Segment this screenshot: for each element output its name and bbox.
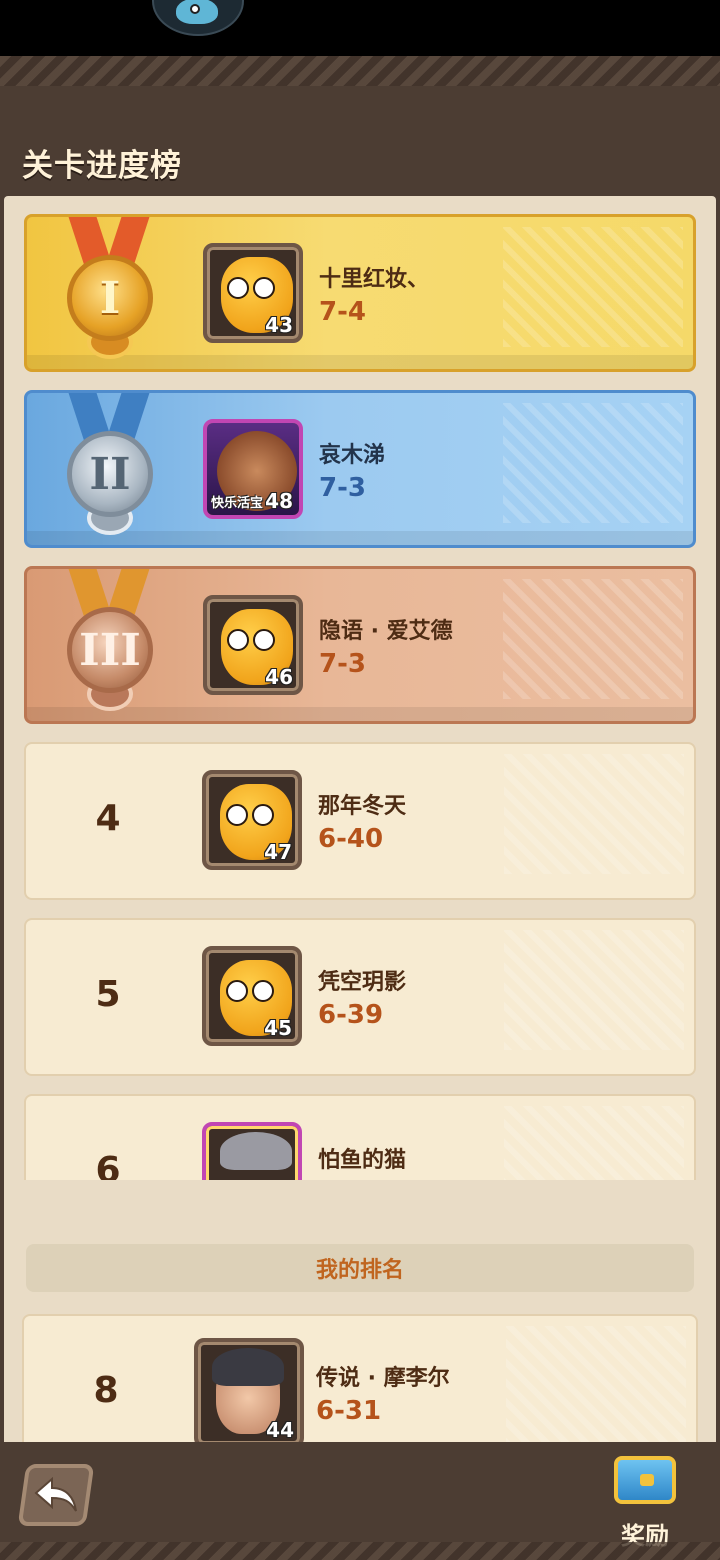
back-button[interactable]: [17, 1464, 95, 1526]
medal-numeral: II: [67, 431, 153, 517]
rank-number: 8: [93, 1370, 119, 1411]
creature-eye: [226, 980, 248, 1002]
avatar[interactable]: 47: [202, 770, 302, 870]
player-name: 凭空玥影: [318, 970, 407, 995]
avatar-level: 44: [266, 1418, 294, 1442]
decorative-border: [0, 56, 720, 86]
stage-progress: 6-40: [318, 824, 384, 854]
page-title: 关卡进度榜: [22, 148, 182, 184]
avatar[interactable]: [202, 1122, 302, 1180]
leaderboard-panel: I 43 十里红妆、 7-4 II 快乐活宝 48 哀木涕 7-3 III 46…: [4, 196, 716, 1474]
grey-hair-icon: [220, 1132, 292, 1170]
creature-eye: [252, 804, 274, 826]
leaderboard-window: 关卡进度榜 I 43 十里红妆、 7-4 II 快乐活宝 48 哀木涕 7-3 …: [0, 56, 720, 1560]
player-name: 传说 · 摩李尔: [316, 1366, 450, 1391]
medal-numeral: III: [67, 607, 153, 693]
avatar-title-tag: 快乐活宝: [211, 496, 264, 511]
creature-eye: [253, 629, 275, 651]
stage-progress: 7-4: [319, 297, 366, 327]
avatar-level: 43: [265, 313, 293, 337]
leaderboard-row-1[interactable]: I 43 十里红妆、 7-4: [24, 214, 696, 372]
avatar-level: 45: [264, 1016, 292, 1040]
stage-progress: 7-3: [319, 649, 366, 679]
rank-number: 6: [95, 1150, 121, 1180]
treasure-chest-icon: [614, 1456, 676, 1504]
row-pattern: [506, 1326, 686, 1446]
avatar[interactable]: 45: [202, 946, 302, 1046]
creature-eye: [227, 629, 249, 651]
stage-progress: 6-31: [316, 1396, 382, 1426]
avatar-level: 48: [265, 489, 293, 513]
status-bar: [0, 0, 720, 56]
decorative-border: [0, 1542, 720, 1560]
reward-button[interactable]: 奖励: [606, 1456, 684, 1550]
player-name: 十里红妆、: [319, 267, 430, 292]
player-name: 哀木涕: [319, 443, 386, 468]
player-name: 怕鱼的猫: [318, 1148, 407, 1173]
player-avatar-icon[interactable]: [152, 0, 244, 36]
row-pattern: [504, 930, 684, 1050]
creature-eye: [226, 804, 248, 826]
player-name: 隐语 · 爱艾德: [319, 619, 453, 644]
creature-eye: [252, 980, 274, 1002]
back-arrow-icon: [34, 1477, 77, 1512]
row-pattern: [503, 403, 683, 523]
avatar-level: 47: [264, 840, 292, 864]
leaderboard-row-5[interactable]: 5 45 凭空玥影 6-39: [24, 918, 696, 1076]
avatar-level: 46: [265, 665, 293, 689]
rank-number: 4: [95, 798, 121, 839]
avatar[interactable]: 43: [203, 243, 303, 343]
avatar[interactable]: 44: [194, 1338, 304, 1448]
leaderboard-row-6[interactable]: 6 怕鱼的猫: [24, 1094, 696, 1180]
rank-number: 5: [95, 974, 121, 1015]
leaderboard-list[interactable]: I 43 十里红妆、 7-4 II 快乐活宝 48 哀木涕 7-3 III 46…: [4, 210, 716, 1180]
leaderboard-row-4[interactable]: 4 47 那年冬天 6-40: [24, 742, 696, 900]
row-pattern: [504, 1106, 684, 1180]
stage-progress: 6-39: [318, 1000, 384, 1030]
stage-progress: 7-3: [319, 473, 366, 503]
player-name: 那年冬天: [318, 794, 407, 819]
bronze-medal-icon: III: [49, 573, 169, 719]
bottom-bar: 奖励: [0, 1442, 720, 1560]
avatar[interactable]: 46: [203, 595, 303, 695]
fish-eye: [190, 4, 200, 14]
creature-eye: [227, 277, 249, 299]
leaderboard-row-2[interactable]: II 快乐活宝 48 哀木涕 7-3: [24, 390, 696, 548]
gold-medal-icon: I: [49, 221, 169, 367]
row-pattern: [503, 227, 683, 347]
creature-eye: [253, 277, 275, 299]
silver-medal-icon: II: [49, 397, 169, 543]
leaderboard-row-3[interactable]: III 46 隐语 · 爱艾德 7-3: [24, 566, 696, 724]
medal-numeral: I: [67, 255, 153, 341]
my-rank-header: 我的排名: [26, 1244, 694, 1292]
row-pattern: [504, 754, 684, 874]
row-pattern: [503, 579, 683, 699]
hair-icon: [212, 1348, 284, 1386]
avatar[interactable]: 快乐活宝 48: [203, 419, 303, 519]
